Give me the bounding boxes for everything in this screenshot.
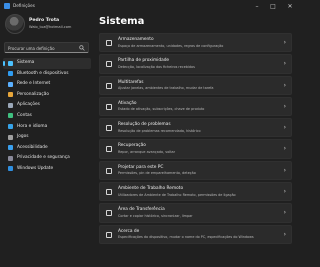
card-subtitle: Especificações do dispositivo, mudar o n… — [118, 235, 254, 240]
sidebar-item[interactable]: Bluetooth e dispositivos — [3, 69, 91, 80]
sidebar-item[interactable]: Windows Update — [3, 164, 91, 175]
settings-card[interactable]: Área de Transferência Cortar e copiar his… — [99, 203, 292, 223]
settings-card[interactable]: Ambiente de Trabalho Remoto Utilizadores … — [99, 182, 292, 202]
card-title: Acerca de — [118, 228, 140, 234]
maximize-button[interactable]: □ — [266, 0, 280, 13]
card-subtitle: Permissões, pin de emparelhamento, deteç… — [118, 171, 196, 176]
share-icon — [106, 61, 112, 68]
sidebar-item[interactable]: Privacidade e segurança — [3, 153, 91, 164]
sidebar-item-label: Rede e Internet — [17, 81, 51, 87]
sidebar-item-label: Aplicações — [17, 102, 40, 108]
window-title: Definições — [13, 3, 35, 8]
sidebar-item-label: Personalização — [17, 91, 49, 97]
settings-card[interactable]: Multitarefas Ajustar janelas, ambientes d… — [99, 75, 292, 95]
clipboard-icon — [106, 210, 112, 217]
sidebar-item[interactable]: Jogos — [3, 132, 91, 143]
sidebar-item[interactable]: Rede e Internet — [3, 79, 91, 90]
card-title: Recuperação — [118, 143, 146, 149]
sidebar-item[interactable]: Sistema — [3, 58, 91, 69]
sidebar-item-label: Sistema — [17, 60, 35, 65]
shield-icon — [8, 155, 13, 161]
settings-card[interactable]: Partilha de proximidade Detecção, localiz… — [99, 54, 292, 74]
card-subtitle: Resolução de problemas recomendada, hist… — [118, 128, 201, 133]
profile-email: Walo_tua@hotmail.com — [29, 25, 72, 29]
accessibility-icon — [8, 145, 13, 151]
settings-card[interactable]: Recuperação Repor, arranque avançado, vol… — [99, 139, 292, 159]
monitor-icon — [8, 60, 13, 66]
card-subtitle: Espaço de armazenamento, unidades, regra… — [118, 43, 224, 48]
gamepad-icon — [8, 134, 13, 140]
sidebar-nav: Sistema Bluetooth e dispositivos Rede e In… — [3, 58, 91, 175]
card-subtitle: Detecção, localização dos ficheiros rece… — [118, 64, 195, 69]
chevron-right-icon: › — [283, 188, 286, 196]
activation-key-icon — [106, 103, 112, 110]
settings-card[interactable]: Ativação Estado de ativação, subscrições,… — [99, 96, 292, 117]
sidebar-item-label: Hora e idioma — [17, 123, 48, 129]
bluetooth-icon — [8, 71, 13, 77]
card-title: Multitarefas — [118, 79, 144, 85]
brush-icon — [8, 92, 13, 98]
avatar — [5, 14, 25, 34]
chevron-right-icon: › — [283, 166, 286, 174]
info-icon — [106, 231, 112, 238]
chevron-right-icon: › — [283, 81, 286, 89]
user-profile[interactable]: Pedro Trota Walo_tua@hotmail.com — [5, 14, 95, 36]
minimize-button[interactable]: – — [250, 0, 264, 13]
card-title: Ativação — [118, 100, 137, 106]
chevron-right-icon: › — [283, 145, 286, 153]
sidebar-item-label: Acessibilidade — [17, 144, 48, 150]
chevron-right-icon: › — [283, 209, 286, 217]
globe-clock-icon — [8, 124, 13, 130]
card-subtitle: Estado de ativação, subscrições, chave d… — [118, 107, 205, 112]
card-title: Partilha de proximidade — [118, 58, 170, 64]
settings-card-list: Armazenamento Espaço de armazenamento, un… — [99, 33, 292, 246]
wrench-icon — [106, 125, 112, 132]
profile-name: Pedro Trota — [29, 18, 60, 23]
sidebar-item-label: Bluetooth e dispositivos — [17, 70, 69, 76]
sidebar-item[interactable]: Contas — [3, 111, 91, 122]
settings-card[interactable]: Projetar para este PC Permissões, pin de … — [99, 160, 292, 181]
sidebar-item-label: Contas — [17, 112, 32, 118]
card-subtitle: Repor, arranque avançado, voltar — [118, 149, 176, 154]
apps-icon — [8, 102, 13, 108]
person-icon — [8, 113, 13, 119]
card-title: Resolução de problemas — [118, 122, 171, 128]
sidebar-item[interactable]: Personalização — [3, 90, 91, 101]
chevron-right-icon: › — [283, 102, 286, 110]
card-title: Projetar para este PC — [118, 164, 164, 170]
recovery-icon — [106, 146, 112, 153]
page-title: Sistema — [99, 16, 145, 27]
search-box[interactable] — [4, 42, 89, 53]
settings-card[interactable]: Armazenamento Espaço de armazenamento, un… — [99, 33, 292, 53]
storage-icon — [106, 40, 112, 46]
multitask-icon — [106, 82, 112, 89]
settings-card[interactable]: Resolução de problemas Resolução de probl… — [99, 118, 292, 138]
sidebar-item[interactable]: Aplicações — [3, 100, 91, 111]
sidebar-item[interactable]: Hora e idioma — [3, 122, 91, 133]
update-icon — [8, 166, 13, 172]
close-button[interactable]: ✕ — [283, 0, 297, 13]
search-input[interactable] — [8, 44, 78, 52]
sidebar-item[interactable]: Acessibilidade — [3, 143, 91, 154]
card-subtitle: Ajustar janelas, ambientes de trabalho, … — [118, 86, 214, 91]
chevron-right-icon: › — [283, 230, 286, 238]
remote-desktop-icon — [106, 189, 112, 196]
card-title: Ambiente de Trabalho Remoto — [118, 186, 184, 192]
card-subtitle: Utilizadores de Ambiente de Trabalho Rem… — [118, 192, 236, 197]
search-icon[interactable] — [79, 45, 85, 51]
chevron-right-icon: › — [283, 124, 286, 132]
network-icon — [8, 81, 13, 87]
chevron-right-icon: › — [283, 60, 286, 68]
card-title: Armazenamento — [118, 37, 154, 42]
sidebar-item-label: Jogos — [17, 134, 29, 140]
chevron-right-icon: › — [283, 39, 286, 46]
card-subtitle: Cortar e copiar histórico, sincronizar, … — [118, 213, 193, 218]
title-bar: Definições – □ ✕ — [0, 0, 300, 13]
projector-icon — [106, 167, 112, 174]
settings-card[interactable]: Acerca de Especificações do dispositivo, … — [99, 224, 292, 244]
settings-app-icon — [4, 3, 10, 9]
sidebar-item-label: Windows Update — [17, 165, 54, 171]
sidebar-item-label: Privacidade e segurança — [17, 155, 70, 161]
card-title: Área de Transferência — [118, 207, 165, 213]
